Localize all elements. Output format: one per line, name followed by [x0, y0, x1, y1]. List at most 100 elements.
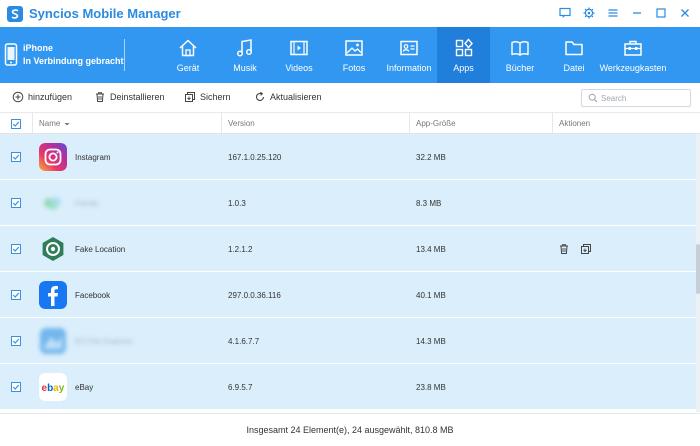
app-list: Instagram 167.1.0.25.120 32.2 MB Family …	[0, 134, 696, 412]
app-title: Syncios Mobile Manager	[29, 6, 181, 21]
toolbox-icon	[624, 40, 642, 56]
minimize-icon[interactable]	[628, 4, 646, 22]
window-controls	[556, 4, 694, 22]
column-actions-label: Aktionen	[559, 119, 591, 128]
vertical-scrollbar[interactable]	[696, 134, 700, 412]
nav-item-information[interactable]: Information	[382, 27, 436, 83]
table-row[interactable]: Family 1.0.3 8.3 MB	[0, 180, 696, 226]
column-header-name[interactable]: Name	[39, 113, 71, 134]
nav-label: Musik	[233, 63, 257, 73]
row-checkbox[interactable]	[11, 382, 21, 392]
maximize-icon[interactable]	[652, 4, 670, 22]
app-version: 1.2.1.2	[228, 244, 253, 254]
check-icon	[12, 246, 20, 252]
table-row[interactable]: ES File Explorer 4.1.6.7.7 14.3 MB	[0, 318, 696, 364]
row-checkbox[interactable]	[11, 198, 21, 208]
nav-item-werkzeugkasten[interactable]: Werkzeugkasten	[598, 27, 668, 83]
nav-label: Apps	[453, 63, 474, 73]
nav-label: Werkzeugkasten	[599, 63, 667, 73]
nav-item-geraet[interactable]: Gerät	[165, 27, 211, 83]
music-icon	[236, 39, 253, 57]
column-version-label: Version	[228, 119, 255, 128]
nav-label: Datei	[563, 63, 585, 73]
device-status: In Verbindung gebracht	[23, 56, 124, 66]
book-icon	[511, 41, 529, 56]
row-checkbox[interactable]	[11, 290, 21, 300]
row-checkbox[interactable]	[11, 152, 21, 162]
nav-item-videos[interactable]: Videos	[276, 27, 322, 83]
check-icon	[12, 292, 20, 298]
app-name: eBay	[75, 382, 94, 392]
ebay-icon: ebay	[39, 373, 67, 401]
svg-text:ebay: ebay	[42, 383, 65, 394]
column-header-version[interactable]: Version	[228, 113, 255, 134]
refresh-button[interactable]: Aktualisieren	[254, 89, 322, 105]
app-size: 32.2 MB	[416, 152, 446, 162]
app-version: 297.0.0.36.116	[228, 290, 281, 300]
table-row[interactable]: Facebook 297.0.0.36.116 40.1 MB	[0, 272, 696, 318]
status-bar: Insgesamt 24 Element(e), 24 ausgewählt, …	[0, 413, 700, 446]
column-size-label: App-Größe	[416, 119, 456, 128]
app-version: 167.1.0.25.120	[228, 152, 282, 162]
uninstall-label: Deinstallieren	[110, 92, 165, 102]
close-icon[interactable]	[676, 4, 694, 22]
syncios-logo-icon	[7, 5, 23, 22]
menu-icon[interactable]	[604, 4, 622, 22]
nav-item-apps[interactable]: Apps	[437, 27, 490, 83]
table-row[interactable]: ebay eBay 6.9.5.7 23.8 MB	[0, 364, 696, 410]
nav-item-buecher[interactable]: Bücher	[497, 27, 543, 83]
check-icon	[12, 200, 20, 206]
column-divider	[221, 113, 222, 134]
app-name: Facebook	[75, 290, 111, 300]
table-row[interactable]: Instagram 167.1.0.25.120 32.2 MB	[0, 134, 696, 180]
fake-location-icon	[42, 237, 64, 261]
toolbar: hinzufügen Deinstallieren Sichern Aktual…	[0, 83, 700, 111]
check-icon	[12, 384, 20, 390]
search-icon	[588, 93, 598, 103]
add-button[interactable]: hinzufügen	[12, 89, 72, 105]
check-icon	[12, 121, 20, 127]
app-name: Fake Location	[75, 244, 126, 254]
nav-item-fotos[interactable]: Fotos	[331, 27, 377, 83]
add-label: hinzufügen	[28, 92, 73, 102]
trash-icon[interactable]	[558, 243, 570, 255]
nav-item-musik[interactable]: Musik	[222, 27, 268, 83]
nav-label: Videos	[285, 63, 313, 73]
app-version: 1.0.3	[228, 198, 246, 208]
select-all-checkbox[interactable]	[11, 118, 21, 129]
column-divider	[32, 113, 33, 134]
app-name: Family	[75, 198, 99, 208]
gear-icon[interactable]	[580, 4, 598, 22]
column-divider	[409, 113, 410, 134]
app-size: 23.8 MB	[416, 382, 446, 392]
feedback-icon[interactable]	[556, 4, 574, 22]
contact-card-icon	[400, 40, 418, 56]
scrollbar-thumb[interactable]	[696, 244, 700, 294]
app-size: 14.3 MB	[416, 336, 446, 346]
app-version: 6.9.5.7	[228, 382, 253, 392]
row-checkbox[interactable]	[11, 244, 21, 254]
app-version: 4.1.6.7.7	[228, 336, 260, 346]
device-name: iPhone	[23, 43, 54, 53]
backup-button[interactable]: Sichern	[184, 89, 231, 105]
table-row[interactable]: Fake Location 1.2.1.2 13.4 MB	[0, 226, 696, 272]
app-name: Instagram	[75, 152, 111, 162]
row-checkbox[interactable]	[11, 336, 21, 346]
backup-icon[interactable]	[580, 243, 592, 255]
backup-label: Sichern	[200, 92, 231, 102]
refresh-label: Aktualisieren	[270, 92, 322, 102]
table-header: Name Version App-Größe Aktionen	[0, 112, 700, 134]
select-all-checkbox-cell	[11, 113, 21, 134]
title-bar: Syncios Mobile Manager	[0, 0, 700, 27]
uninstall-button[interactable]: Deinstallieren	[94, 89, 165, 105]
device-info[interactable]: iPhone In Verbindung gebracht	[0, 27, 128, 83]
folder-icon	[565, 41, 583, 56]
blurred-app-icon	[40, 328, 66, 354]
column-header-size[interactable]: App-Größe	[416, 113, 456, 134]
search-input[interactable]	[601, 93, 689, 103]
nav-label: Bücher	[505, 63, 535, 73]
nav-item-datei[interactable]: Datei	[551, 27, 597, 83]
phone-icon	[4, 43, 18, 66]
nav-label: Fotos	[342, 63, 366, 73]
nav-label: Information	[386, 63, 432, 73]
